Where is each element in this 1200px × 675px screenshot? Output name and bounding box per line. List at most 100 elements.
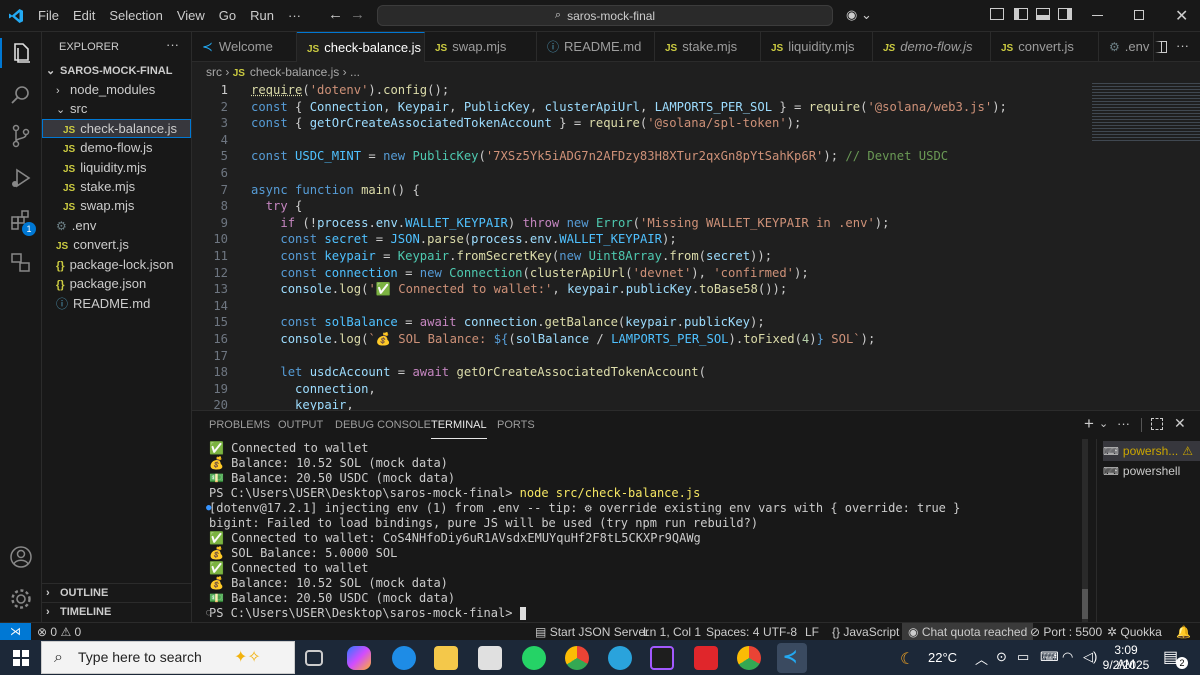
menu-view[interactable]: View	[170, 0, 212, 32]
tab-output[interactable]: OUTPUT	[278, 411, 323, 439]
forward-arrow-icon[interactable]: →	[350, 6, 365, 23]
tree-item-env[interactable]: ⚙ .env	[42, 216, 191, 235]
new-terminal-icon[interactable]: +	[1084, 414, 1094, 434]
chrome-profile-icon[interactable]	[737, 646, 761, 670]
command-status-dot[interactable]: ●	[206, 501, 211, 516]
tab-stake[interactable]: JS stake.mjs	[655, 32, 761, 62]
run-debug-icon[interactable]	[8, 165, 34, 191]
project-folder[interactable]: ⌄ SAROS-MOCK-FINAL	[42, 62, 191, 81]
chat-status[interactable]: ◉ Chat quota reached	[902, 623, 1034, 641]
tab-swap[interactable]: JS swap.mjs	[425, 32, 537, 62]
more-actions-icon[interactable]: ···	[1117, 416, 1130, 431]
terminal-entry[interactable]: ⌨ powersh... ⚠	[1103, 441, 1200, 461]
menu-selection[interactable]: Selection	[102, 0, 169, 32]
outline-section[interactable]: › OUTLINE	[42, 583, 191, 602]
toggle-secondary-sidebar-icon[interactable]	[1058, 8, 1072, 20]
clock-date[interactable]: 9/2/2025	[1102, 658, 1150, 672]
remote-indicator[interactable]: ⋊	[0, 623, 31, 641]
copilot-icon[interactable]	[347, 646, 371, 670]
menu-edit[interactable]: Edit	[66, 0, 102, 32]
tab-ports[interactable]: PORTS	[497, 411, 535, 439]
split-editor-icon[interactable]	[1155, 41, 1167, 53]
terminal-scrollbar[interactable]	[1082, 439, 1088, 623]
tab-liquidity[interactable]: JS liquidity.mjs	[761, 32, 873, 62]
language-mode[interactable]: {} JavaScript	[832, 623, 899, 641]
menu-file[interactable]: File	[31, 0, 66, 32]
problems-status[interactable]: ⊗ 0 ⚠ 0	[37, 623, 81, 641]
customize-layout-icon[interactable]	[990, 8, 1004, 20]
minimize-icon[interactable]	[1092, 15, 1103, 16]
taskbar-search[interactable]: ⌕ Type here to search ✦✧	[41, 641, 295, 674]
figma-icon[interactable]	[650, 646, 674, 670]
chevron-down-icon[interactable]: ⌄	[1099, 417, 1108, 430]
tab-readme[interactable]: ⓘ README.md	[537, 32, 655, 62]
volume-icon[interactable]: ◁)	[1083, 649, 1097, 665]
more-actions-icon[interactable]: ···	[166, 37, 179, 52]
maximize-panel-icon[interactable]	[1151, 418, 1163, 430]
task-view-icon[interactable]	[305, 650, 323, 666]
line-ending[interactable]: LF	[805, 623, 819, 641]
mail-icon[interactable]	[478, 646, 502, 670]
tree-item-swap[interactable]: JS swap.mjs	[42, 196, 191, 215]
copilot-icon[interactable]: ◉ ⌄	[846, 7, 872, 23]
breadcrumb-folder[interactable]: src	[206, 65, 222, 79]
tab-terminal[interactable]: TERMINAL	[431, 411, 487, 439]
windows-start-icon[interactable]	[13, 650, 29, 666]
wps-office-icon[interactable]	[694, 646, 718, 670]
tree-item-liquidity[interactable]: JS liquidity.mjs	[42, 158, 191, 177]
file-explorer-icon[interactable]	[434, 646, 458, 670]
quokka-status[interactable]: ✲ Quokka	[1107, 623, 1162, 641]
menu-run[interactable]: Run	[243, 0, 281, 32]
tab-debug-console[interactable]: DEBUG CONSOLE	[335, 411, 431, 439]
source-control-icon[interactable]	[8, 123, 34, 149]
command-status-dot[interactable]: ○	[206, 606, 211, 621]
telegram-icon[interactable]	[608, 646, 632, 670]
tree-item-demo-flow[interactable]: JS demo-flow.js	[42, 138, 191, 157]
tab-demo-flow[interactable]: JS demo-flow.js	[873, 32, 991, 62]
tree-item-stake[interactable]: JS stake.mjs	[42, 177, 191, 196]
edge-icon[interactable]	[392, 646, 416, 670]
explorer-icon[interactable]	[8, 40, 34, 66]
breadcrumb-file[interactable]: check-balance.js	[250, 65, 339, 79]
tree-item-package-lock[interactable]: {} package-lock.json	[42, 255, 191, 274]
live-server-status[interactable]: ⊘ Port : 5500	[1030, 623, 1102, 641]
timeline-section[interactable]: › TIMELINE	[42, 602, 191, 621]
language-icon[interactable]: ⌨	[1040, 649, 1059, 665]
account-icon[interactable]	[8, 544, 34, 570]
menu-more[interactable]: ···	[281, 0, 308, 32]
terminal-entry[interactable]: ⌨ powershell	[1103, 461, 1200, 481]
tree-item-readme[interactable]: ⓘ README.md	[42, 294, 191, 313]
code-editor[interactable]: 1 require('dotenv').config(); 2 const { Co…	[192, 82, 1092, 410]
back-arrow-icon[interactable]: ←	[328, 6, 343, 23]
tab-env[interactable]: ⚙ .env	[1099, 32, 1154, 62]
wifi-icon[interactable]: ◠	[1062, 649, 1073, 665]
notifications-bell-icon[interactable]: 🔔	[1176, 623, 1191, 641]
search-icon[interactable]	[8, 82, 34, 108]
restore-icon[interactable]	[1134, 10, 1144, 20]
close-icon[interactable]: ✕	[1175, 6, 1188, 26]
breadcrumb-rest[interactable]: ...	[350, 65, 360, 79]
tree-item-src[interactable]: ⌄ src	[42, 99, 191, 118]
tree-item-package[interactable]: {} package.json	[42, 274, 191, 293]
indentation[interactable]: Spaces: 4	[706, 623, 759, 641]
command-center[interactable]: ⌕ saros-mock-final	[377, 5, 833, 26]
minimap[interactable]	[1092, 82, 1200, 410]
tab-check-balance[interactable]: JScheck-balance.js✕	[297, 32, 425, 62]
json-server-status[interactable]: ▤ Start JSON Server	[535, 623, 649, 641]
tree-item-convert[interactable]: JS convert.js	[42, 235, 191, 254]
tab-welcome[interactable]: ≺ Welcome	[192, 32, 297, 62]
tab-problems[interactable]: PROBLEMS	[209, 411, 270, 439]
menu-go[interactable]: Go	[212, 0, 243, 32]
battery-icon[interactable]: ▭	[1017, 649, 1029, 665]
whatsapp-icon[interactable]	[522, 646, 546, 670]
temperature[interactable]: 22°C	[928, 650, 957, 665]
close-panel-icon[interactable]: ✕	[1174, 415, 1186, 432]
remote-explorer-icon[interactable]	[8, 249, 34, 275]
tree-item-node-modules[interactable]: › node_modules	[42, 80, 191, 99]
more-actions-icon[interactable]: ···	[1176, 38, 1189, 53]
encoding[interactable]: UTF-8	[763, 623, 797, 641]
show-hidden-icons[interactable]: ︿	[975, 649, 988, 668]
network-icon[interactable]: ⊙	[996, 649, 1007, 665]
cursor-position[interactable]: Ln 1, Col 1	[643, 623, 701, 641]
weather-icon[interactable]: ☾	[900, 649, 914, 669]
